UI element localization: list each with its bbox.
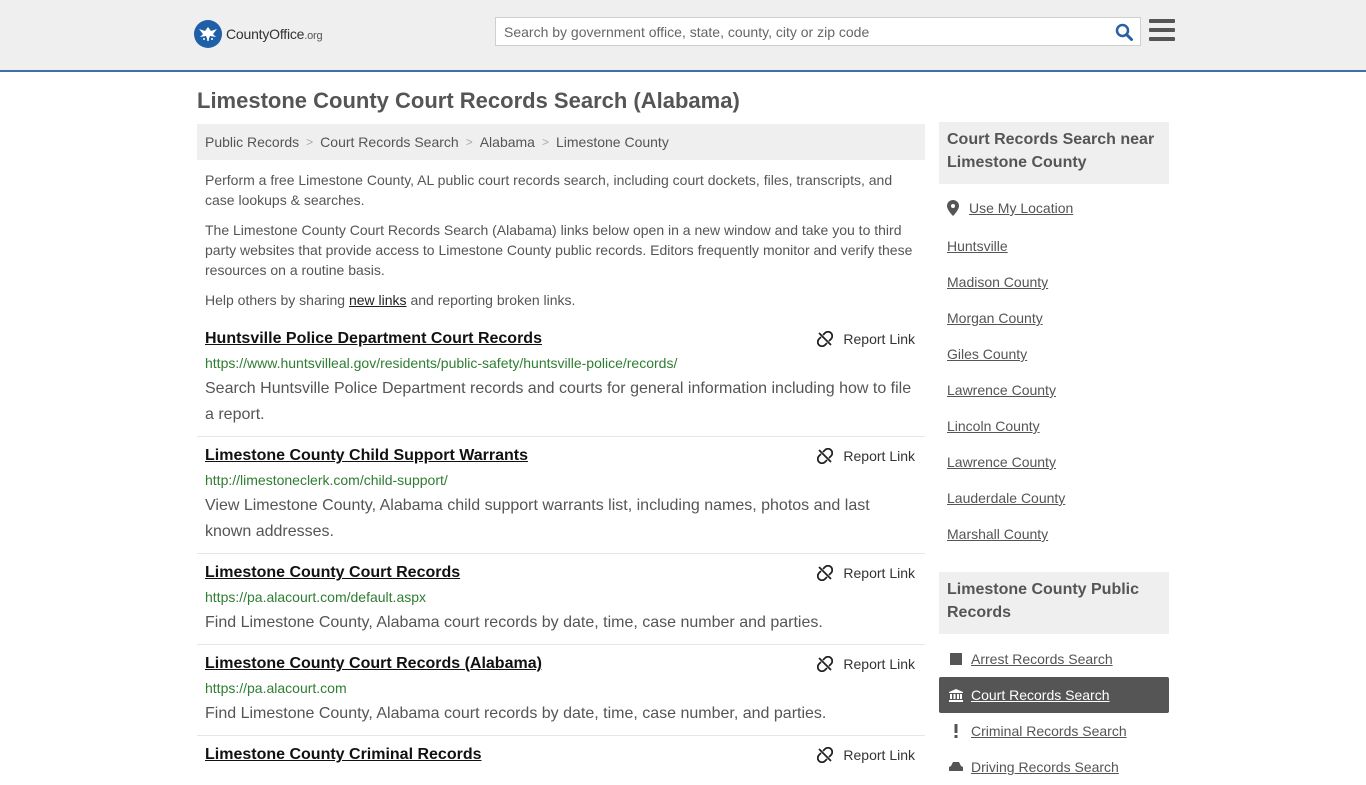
report-link-button[interactable]: Report Link (817, 565, 915, 581)
listing-item: Limestone County Court Records (Alabama)… (197, 655, 925, 736)
map-pin-icon (947, 200, 959, 216)
listing-title-link[interactable]: Limestone County Child Support Warrants (205, 447, 528, 465)
listing-url: https://pa.alacourt.com/default.aspx (205, 589, 427, 605)
nearby-link-morgan-county[interactable]: Morgan County (947, 310, 1043, 326)
square-icon (949, 653, 963, 665)
public-records-heading: Limestone County Public Records (939, 572, 1169, 634)
new-links-link[interactable]: new links (349, 292, 407, 308)
broken-link-icon (817, 656, 834, 672)
courthouse-icon (949, 688, 963, 702)
search-input[interactable] (496, 18, 1106, 45)
intro-paragraph-3: Help others by sharing new links and rep… (205, 292, 576, 308)
intro-paragraph-1: Perform a free Limestone County, AL publ… (205, 172, 893, 208)
listing-title-link[interactable]: Limestone County Criminal Records (205, 746, 482, 764)
listing-url: https://pa.alacourt.com (205, 680, 347, 696)
car-icon (949, 761, 963, 773)
breadcrumb-public-records[interactable]: Public Records (205, 134, 299, 150)
broken-link-icon (817, 448, 834, 464)
nearby-link-lawrence-county[interactable]: Lawrence County (947, 382, 1056, 398)
listing-item: Limestone County Court Records Report Li… (197, 564, 925, 645)
site-header: CountyOffice.org (0, 0, 1366, 72)
listing-description: View Limestone County, Alabama child sup… (205, 497, 870, 540)
breadcrumb: Public Records > Court Records Search > … (197, 124, 925, 160)
breadcrumb-separator: > (306, 135, 314, 149)
use-my-location[interactable]: Use My Location (947, 200, 1073, 216)
breadcrumb-limestone-county[interactable]: Limestone County (556, 134, 669, 150)
exclamation-icon (949, 724, 963, 738)
nearby-link-lincoln-county[interactable]: Lincoln County (947, 418, 1040, 434)
breadcrumb-separator: > (541, 135, 549, 149)
nearby-link-marshall-county[interactable]: Marshall County (947, 526, 1048, 542)
broken-link-icon (817, 331, 834, 347)
report-link-button[interactable]: Report Link (817, 331, 915, 347)
broken-link-icon (817, 565, 834, 581)
report-link-button[interactable]: Report Link (817, 747, 915, 763)
site-logo[interactable]: CountyOffice.org (194, 20, 323, 48)
eagle-logo-icon (194, 20, 222, 48)
listing-title-link[interactable]: Limestone County Court Records (205, 564, 460, 582)
listing-url: http://limestoneclerk.com/child-support/ (205, 472, 448, 488)
listing-item: Limestone County Child Support Warrants … (197, 447, 925, 554)
hamburger-menu-icon[interactable] (1149, 19, 1175, 43)
page-title: Limestone County Court Records Search (A… (197, 88, 740, 113)
sidebar-item-arrest-records[interactable]: Arrest Records Search (939, 641, 1169, 677)
nearby-link-lauderdale-county[interactable]: Lauderdale County (947, 490, 1065, 506)
sidebar-item-court-records[interactable]: Court Records Search (939, 677, 1169, 713)
breadcrumb-court-records[interactable]: Court Records Search (320, 134, 459, 150)
nearby-link-lawrence-county[interactable]: Lawrence County (947, 454, 1056, 470)
listing-description: Find Limestone County, Alabama court rec… (205, 705, 827, 722)
listing-title-link[interactable]: Huntsville Police Department Court Recor… (205, 330, 542, 348)
report-link-button[interactable]: Report Link (817, 448, 915, 464)
intro-text: Perform a free Limestone County, AL publ… (205, 170, 917, 320)
listing-title-link[interactable]: Limestone County Court Records (Alabama) (205, 655, 542, 673)
listing-description: Find Limestone County, Alabama court rec… (205, 614, 823, 631)
listing-url: https://www.huntsvilleal.gov/residents/p… (205, 355, 678, 371)
listing-item: Limestone County Criminal Records Report… (197, 746, 925, 768)
nearby-link-huntsville[interactable]: Huntsville (947, 238, 1008, 254)
listing-description: Search Huntsville Police Department reco… (205, 380, 912, 423)
search-box (495, 17, 1141, 46)
breadcrumb-alabama[interactable]: Alabama (480, 134, 535, 150)
listing-item: Huntsville Police Department Court Recor… (197, 330, 925, 437)
search-icon (1115, 23, 1133, 41)
search-button[interactable] (1114, 22, 1134, 42)
broken-link-icon (817, 747, 834, 763)
nearby-heading: Court Records Search near Limestone Coun… (939, 122, 1169, 184)
nearby-link-madison-county[interactable]: Madison County (947, 274, 1048, 290)
sidebar-item-criminal-records[interactable]: Criminal Records Search (939, 713, 1169, 749)
logo-text: CountyOffice.org (226, 26, 323, 42)
intro-paragraph-2: The Limestone County Court Records Searc… (205, 222, 913, 278)
sidebar-item-driving-records[interactable]: Driving Records Search (939, 749, 1169, 785)
nearby-link-giles-county[interactable]: Giles County (947, 346, 1027, 362)
breadcrumb-separator: > (465, 135, 473, 149)
report-link-button[interactable]: Report Link (817, 656, 915, 672)
